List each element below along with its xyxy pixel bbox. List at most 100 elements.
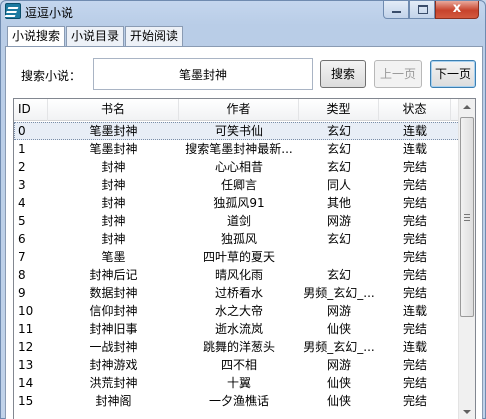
table-row[interactable]: 13 封神游戏 四不相 网游 完结 xyxy=(14,356,460,374)
cell-type xyxy=(299,248,379,266)
cell-name: 封神后记 xyxy=(89,268,138,282)
search-button[interactable]: 搜索 xyxy=(320,60,366,88)
table-row[interactable]: 9 数据封神 过桥看水 男频_玄幻_... 完结 xyxy=(14,284,460,302)
title-bar[interactable]: 逗逗小说 x xyxy=(1,1,485,23)
results-header: ID 书名 作者 类型 状态 xyxy=(14,99,460,121)
table-row[interactable]: 6 封神 独孤风 玄幻 完结 xyxy=(14,230,460,248)
table-row[interactable]: 11 封神旧事 逝水流岚 仙侠 完结 xyxy=(14,320,460,338)
cell-status: 完结 xyxy=(402,232,427,246)
cell-author: 独孤风 xyxy=(220,232,257,246)
tab-strip: 小说搜索 小说目录 开始阅读 xyxy=(7,26,184,47)
cell-status: 完结 xyxy=(402,268,427,282)
cell-author: 逝水流岚 xyxy=(214,322,263,336)
cell-author: 水之大帝 xyxy=(214,304,263,318)
cell-id: 13 xyxy=(18,358,34,372)
search-panel: 搜索小说： 搜索 上一页 下一页 ID 书名 作者 类型 状态 0笔墨封神可笑书… xyxy=(5,46,483,419)
cell-id: 11 xyxy=(18,322,34,336)
cell-name: 封神阁 xyxy=(95,394,132,408)
minimize-button[interactable] xyxy=(383,1,409,19)
cell-name: 封神 xyxy=(101,160,126,174)
app-window: 逗逗小说 x 小说搜索 小说目录 开始阅读 搜索小说： 搜索 上一页 下一页 I… xyxy=(0,0,486,419)
cell-id: 7 xyxy=(18,250,26,264)
cell-type: 网游 xyxy=(326,304,351,318)
table-row[interactable]: 15 封神阁 一夕渔樵话 仙侠 完结 xyxy=(14,392,460,410)
table-row[interactable]: 7 笔墨 四叶草的夏天 完结 xyxy=(14,248,460,266)
results-rows: 0 笔墨封神 可笑书仙 玄幻 连载 1 笔墨封神 搜索笔墨封神最新... 玄幻 连载 2 封神 心心相昔… xyxy=(14,122,460,410)
cell-type: 男频_玄幻_... xyxy=(303,340,375,354)
next-page-button[interactable]: 下一页 xyxy=(430,60,476,88)
cell-type: 网游 xyxy=(326,358,351,372)
cell-status: 完结 xyxy=(402,160,427,174)
table-row[interactable]: 14 洪荒封神 十翼 仙侠 完结 xyxy=(14,374,460,392)
window-controls: x xyxy=(383,1,479,19)
column-header-id[interactable]: ID xyxy=(14,99,48,121)
cell-id: 4 xyxy=(18,196,26,210)
cell-status: 完结 xyxy=(402,178,427,192)
table-row[interactable]: 5 封神 道剑 网游 完结 xyxy=(14,212,460,230)
cell-id: 12 xyxy=(18,340,34,354)
table-row[interactable]: 3 封神 任卿言 同人 完结 xyxy=(14,176,460,194)
tab-novel-search[interactable]: 小说搜索 xyxy=(7,26,66,47)
table-row[interactable]: 4 封神 独孤风91 其他 完结 xyxy=(14,194,460,212)
table-row[interactable]: 8 封神后记 晴风化雨 玄幻 完结 xyxy=(14,266,460,284)
cell-id: 8 xyxy=(18,268,26,282)
cell-name: 信仰封神 xyxy=(89,304,138,318)
window-title: 逗逗小说 xyxy=(25,6,74,20)
search-input[interactable] xyxy=(93,58,313,90)
cell-status: 完结 xyxy=(402,250,427,264)
cell-id: 1 xyxy=(18,142,26,156)
scroll-down-icon[interactable] xyxy=(459,403,475,419)
table-row[interactable]: 0 笔墨封神 可笑书仙 玄幻 连载 xyxy=(14,122,460,140)
tab-novel-catalog[interactable]: 小说目录 xyxy=(66,26,125,46)
column-header-type[interactable]: 类型 xyxy=(299,99,379,121)
cell-type: 玄幻 xyxy=(326,232,351,246)
column-header-status[interactable]: 状态 xyxy=(379,99,451,121)
cell-name: 笔墨封神 xyxy=(89,124,138,138)
tab-start-reading[interactable]: 开始阅读 xyxy=(125,26,184,46)
column-header-author[interactable]: 作者 xyxy=(179,99,299,121)
cell-author: 过桥看水 xyxy=(214,286,263,300)
cell-author: 四不相 xyxy=(220,358,257,372)
cell-id: 5 xyxy=(18,214,26,228)
scroll-up-icon[interactable] xyxy=(459,99,475,116)
close-button[interactable]: x xyxy=(435,1,479,19)
cell-name: 封神 xyxy=(101,232,126,246)
table-row[interactable]: 10 信仰封神 水之大帝 网游 连载 xyxy=(14,302,460,320)
cell-author: 任卿言 xyxy=(220,178,257,192)
cell-id: 2 xyxy=(18,160,26,174)
table-row[interactable]: 2 封神 心心相昔 玄幻 完结 xyxy=(14,158,460,176)
cell-type: 仙侠 xyxy=(326,376,351,390)
cell-status: 完结 xyxy=(402,358,427,372)
table-row[interactable]: 12 一战封神 跳舞的洋葱头 男频_玄幻_... 连载 xyxy=(14,338,460,356)
cell-type: 玄幻 xyxy=(326,160,351,174)
cell-type: 仙侠 xyxy=(326,394,351,408)
cell-type: 玄幻 xyxy=(326,142,351,156)
cell-status: 完结 xyxy=(402,322,427,336)
cell-status: 完结 xyxy=(402,214,427,228)
cell-id: 15 xyxy=(18,394,34,408)
cell-type: 仙侠 xyxy=(326,322,351,336)
cell-author: 晴风化雨 xyxy=(214,268,263,282)
cell-type: 网游 xyxy=(326,214,351,228)
cell-status: 连载 xyxy=(402,304,427,318)
cell-name: 封神游戏 xyxy=(89,358,138,372)
prev-page-button[interactable]: 上一页 xyxy=(374,60,422,88)
cell-author: 可笑书仙 xyxy=(214,124,263,138)
cell-author: 一夕渔樵话 xyxy=(208,394,269,408)
cell-status: 完结 xyxy=(402,286,427,300)
cell-name: 封神 xyxy=(101,196,126,210)
scroll-thumb[interactable] xyxy=(460,117,474,317)
cell-author: 道剑 xyxy=(226,214,251,228)
cell-id: 0 xyxy=(18,124,26,138)
table-row[interactable]: 1 笔墨封神 搜索笔墨封神最新... 玄幻 连载 xyxy=(14,140,460,158)
vertical-scrollbar[interactable] xyxy=(458,99,475,419)
maximize-button[interactable] xyxy=(409,1,435,19)
cell-id: 6 xyxy=(18,232,26,246)
cell-author: 跳舞的洋葱头 xyxy=(202,340,275,354)
cell-id: 9 xyxy=(18,286,26,300)
cell-status: 完结 xyxy=(402,394,427,408)
cell-name: 封神 xyxy=(101,178,126,192)
column-header-name[interactable]: 书名 xyxy=(48,99,179,121)
results-list[interactable]: ID 书名 作者 类型 状态 0 笔墨封神 可笑书仙玄幻连载 1 笔墨封神 搜索笔墨封神最… xyxy=(13,98,476,419)
cell-type: 其他 xyxy=(326,196,351,210)
